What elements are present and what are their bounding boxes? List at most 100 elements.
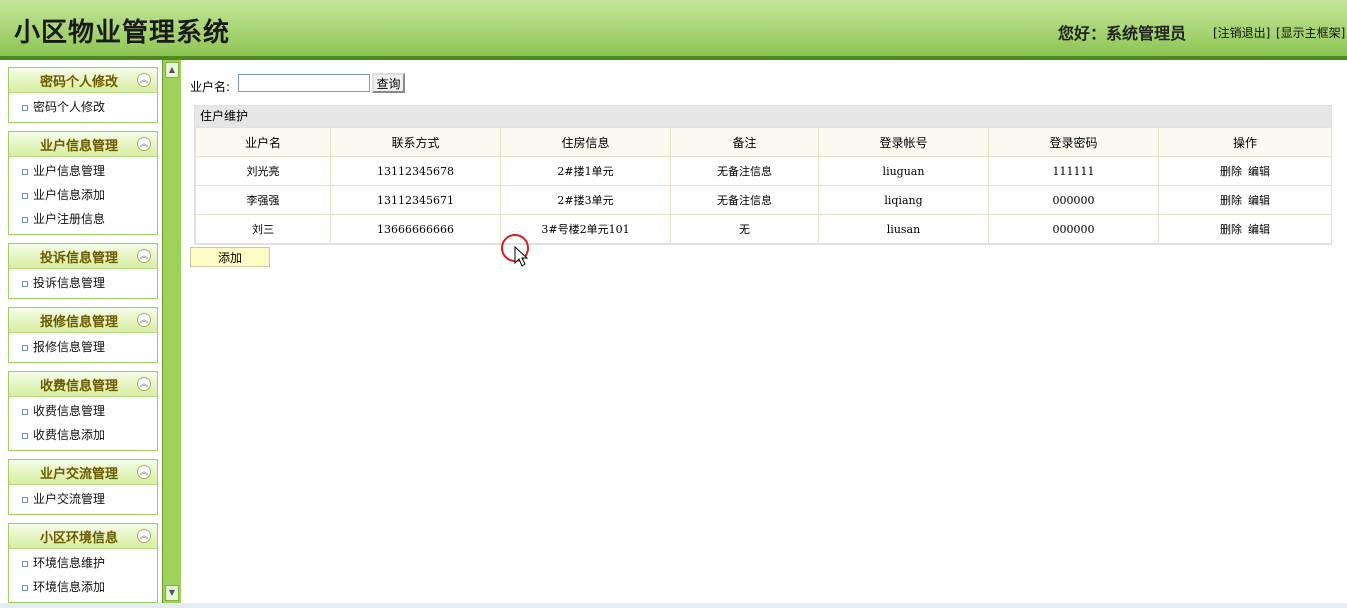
sidebar-item-fees-add[interactable]: 收费信息添加	[9, 423, 157, 447]
sidebar-item-label: 环境信息添加	[33, 580, 106, 594]
table-row: 刘三 13666666666 3#号楼2单元101 无 liusan 00000…	[195, 214, 1332, 244]
main-content: 业户名: 查询 住户维护 业户名 联系方式 住房信息 备注 登录帐号 登录密码 …	[182, 62, 1342, 602]
sidebar-item-password[interactable]: 密码个人修改	[9, 95, 157, 119]
add-button[interactable]: 添加	[190, 247, 270, 267]
menu-group-title: 报修信息管理	[39, 315, 118, 330]
user-greeting: 您好：系统管理员	[1058, 24, 1187, 43]
table-row: 李强强 13112345671 2#搂3单元 无备注信息 liqiang 000…	[195, 185, 1332, 215]
cell-actions: 删除 编辑	[1158, 156, 1332, 186]
table-row: 刘光亮 13112345678 2#搂1单元 无备注信息 liuguan 111…	[195, 156, 1332, 186]
menu-group-header[interactable]: 密码个人修改 ︽	[9, 68, 157, 93]
delete-link[interactable]: 删除	[1220, 223, 1242, 236]
bullet-icon	[22, 345, 28, 351]
sidebar-item-label: 报修信息管理	[33, 340, 106, 354]
sidebar-item-label: 收费信息添加	[33, 428, 106, 442]
bottom-strip	[0, 603, 1347, 608]
edit-link[interactable]: 编辑	[1248, 194, 1270, 207]
menu-group-header[interactable]: 报修信息管理 ︽	[9, 308, 157, 333]
bullet-icon	[22, 193, 28, 199]
col-header: 业户名	[195, 127, 331, 157]
show-frame-link[interactable]: [显示主框架]	[1276, 24, 1345, 41]
sidebar-item-complaints[interactable]: 投诉信息管理	[9, 271, 157, 295]
app-title: 小区物业管理系统	[14, 18, 231, 48]
cell-note: 无	[670, 214, 819, 244]
bullet-icon	[22, 105, 28, 111]
residents-panel: 住户维护 业户名 联系方式 住房信息 备注 登录帐号 登录密码 操作 刘光亮 1…	[194, 105, 1332, 245]
app-header: 小区物业管理系统 您好：系统管理员 [注销退出] [显示主框架]	[0, 0, 1347, 56]
sidebar-item-env-add[interactable]: 环境信息添加	[9, 575, 157, 599]
cell-name: 刘光亮	[195, 156, 331, 186]
menu-group-repairs: 报修信息管理 ︽ 报修信息管理	[8, 307, 158, 363]
collapse-icon[interactable]: ︽	[137, 465, 151, 479]
cell-account: liqiang	[818, 185, 989, 215]
logout-link[interactable]: [注销退出]	[1213, 24, 1270, 41]
menu-group-header[interactable]: 收费信息管理 ︽	[9, 372, 157, 397]
col-header: 住房信息	[500, 127, 671, 157]
cell-house: 2#搂1单元	[500, 156, 671, 186]
menu-group-password: 密码个人修改 ︽ 密码个人修改	[8, 67, 158, 123]
cell-name: 李强强	[195, 185, 331, 215]
menu-group-owners: 业户信息管理 ︽ 业户信息管理 业户信息添加 业户注册信息	[8, 131, 158, 235]
sidebar-item-owner-manage[interactable]: 业户信息管理	[9, 159, 157, 183]
collapse-icon[interactable]: ︽	[137, 249, 151, 263]
bullet-icon	[22, 585, 28, 591]
menu-group-title: 收费信息管理	[39, 379, 118, 394]
scroll-up-icon[interactable]: ▲	[165, 62, 179, 78]
delete-link[interactable]: 删除	[1220, 165, 1242, 178]
menu-group-environment: 小区环境信息 ︽ 环境信息维护 环境信息添加	[8, 523, 158, 603]
edit-link[interactable]: 编辑	[1248, 165, 1270, 178]
search-input[interactable]	[238, 74, 370, 92]
cell-name: 刘三	[195, 214, 331, 244]
sidebar-item-owner-add[interactable]: 业户信息添加	[9, 183, 157, 207]
col-header: 联系方式	[330, 127, 501, 157]
sidebar-item-env-manage[interactable]: 环境信息维护	[9, 551, 157, 575]
delete-link[interactable]: 删除	[1220, 194, 1242, 207]
cell-house: 2#搂3单元	[500, 185, 671, 215]
cell-actions: 删除 编辑	[1158, 214, 1332, 244]
cell-password: 000000	[988, 214, 1159, 244]
col-header: 操作	[1158, 127, 1332, 157]
sidebar-item-label: 业户交流管理	[33, 492, 106, 506]
sidebar-item-repairs[interactable]: 报修信息管理	[9, 335, 157, 359]
menu-group-title: 密码个人修改	[39, 75, 118, 90]
bullet-icon	[22, 169, 28, 175]
scroll-down-icon[interactable]: ▼	[165, 585, 179, 601]
sidebar-item-label: 密码个人修改	[33, 100, 106, 114]
collapse-icon[interactable]: ︽	[137, 313, 151, 327]
cell-phone: 13112345678	[330, 156, 501, 186]
cell-password: 000000	[988, 185, 1159, 215]
bullet-icon	[22, 409, 28, 415]
col-header: 登录帐号	[818, 127, 989, 157]
cell-note: 无备注信息	[670, 156, 819, 186]
sidebar-item-label: 收费信息管理	[33, 404, 106, 418]
sidebar-item-label: 业户信息添加	[33, 188, 106, 202]
collapse-icon[interactable]: ︽	[137, 529, 151, 543]
sidebar-item-fees-manage[interactable]: 收费信息管理	[9, 399, 157, 423]
menu-group-header[interactable]: 业户信息管理 ︽	[9, 132, 157, 157]
cell-account: liuguan	[818, 156, 989, 186]
menu-group-title: 业户交流管理	[39, 467, 118, 482]
menu-group-complaints: 投诉信息管理 ︽ 投诉信息管理	[8, 243, 158, 299]
menu-group-header[interactable]: 小区环境信息 ︽	[9, 524, 157, 549]
edit-link[interactable]: 编辑	[1248, 223, 1270, 236]
sidebar-item-exchange[interactable]: 业户交流管理	[9, 487, 157, 511]
collapse-icon[interactable]: ︽	[137, 137, 151, 151]
header-divider	[0, 56, 1347, 60]
collapse-icon[interactable]: ︽	[137, 73, 151, 87]
mouse-cursor-icon	[501, 234, 529, 267]
collapse-icon[interactable]: ︽	[137, 377, 151, 391]
menu-group-exchange: 业户交流管理 ︽ 业户交流管理	[8, 459, 158, 515]
cell-phone: 13112345671	[330, 185, 501, 215]
cell-note: 无备注信息	[670, 185, 819, 215]
bullet-icon	[22, 217, 28, 223]
menu-group-title: 业户信息管理	[39, 139, 118, 154]
bullet-icon	[22, 433, 28, 439]
sidebar-scrollbar[interactable]: ▲ ▼	[162, 60, 181, 603]
sidebar-item-owner-register[interactable]: 业户注册信息	[9, 207, 157, 231]
search-button[interactable]: 查询	[372, 73, 405, 93]
cell-actions: 删除 编辑	[1158, 185, 1332, 215]
sidebar-item-label: 业户信息管理	[33, 164, 106, 178]
menu-group-header[interactable]: 业户交流管理 ︽	[9, 460, 157, 485]
sidebar-item-label: 环境信息维护	[33, 556, 106, 570]
menu-group-header[interactable]: 投诉信息管理 ︽	[9, 244, 157, 269]
